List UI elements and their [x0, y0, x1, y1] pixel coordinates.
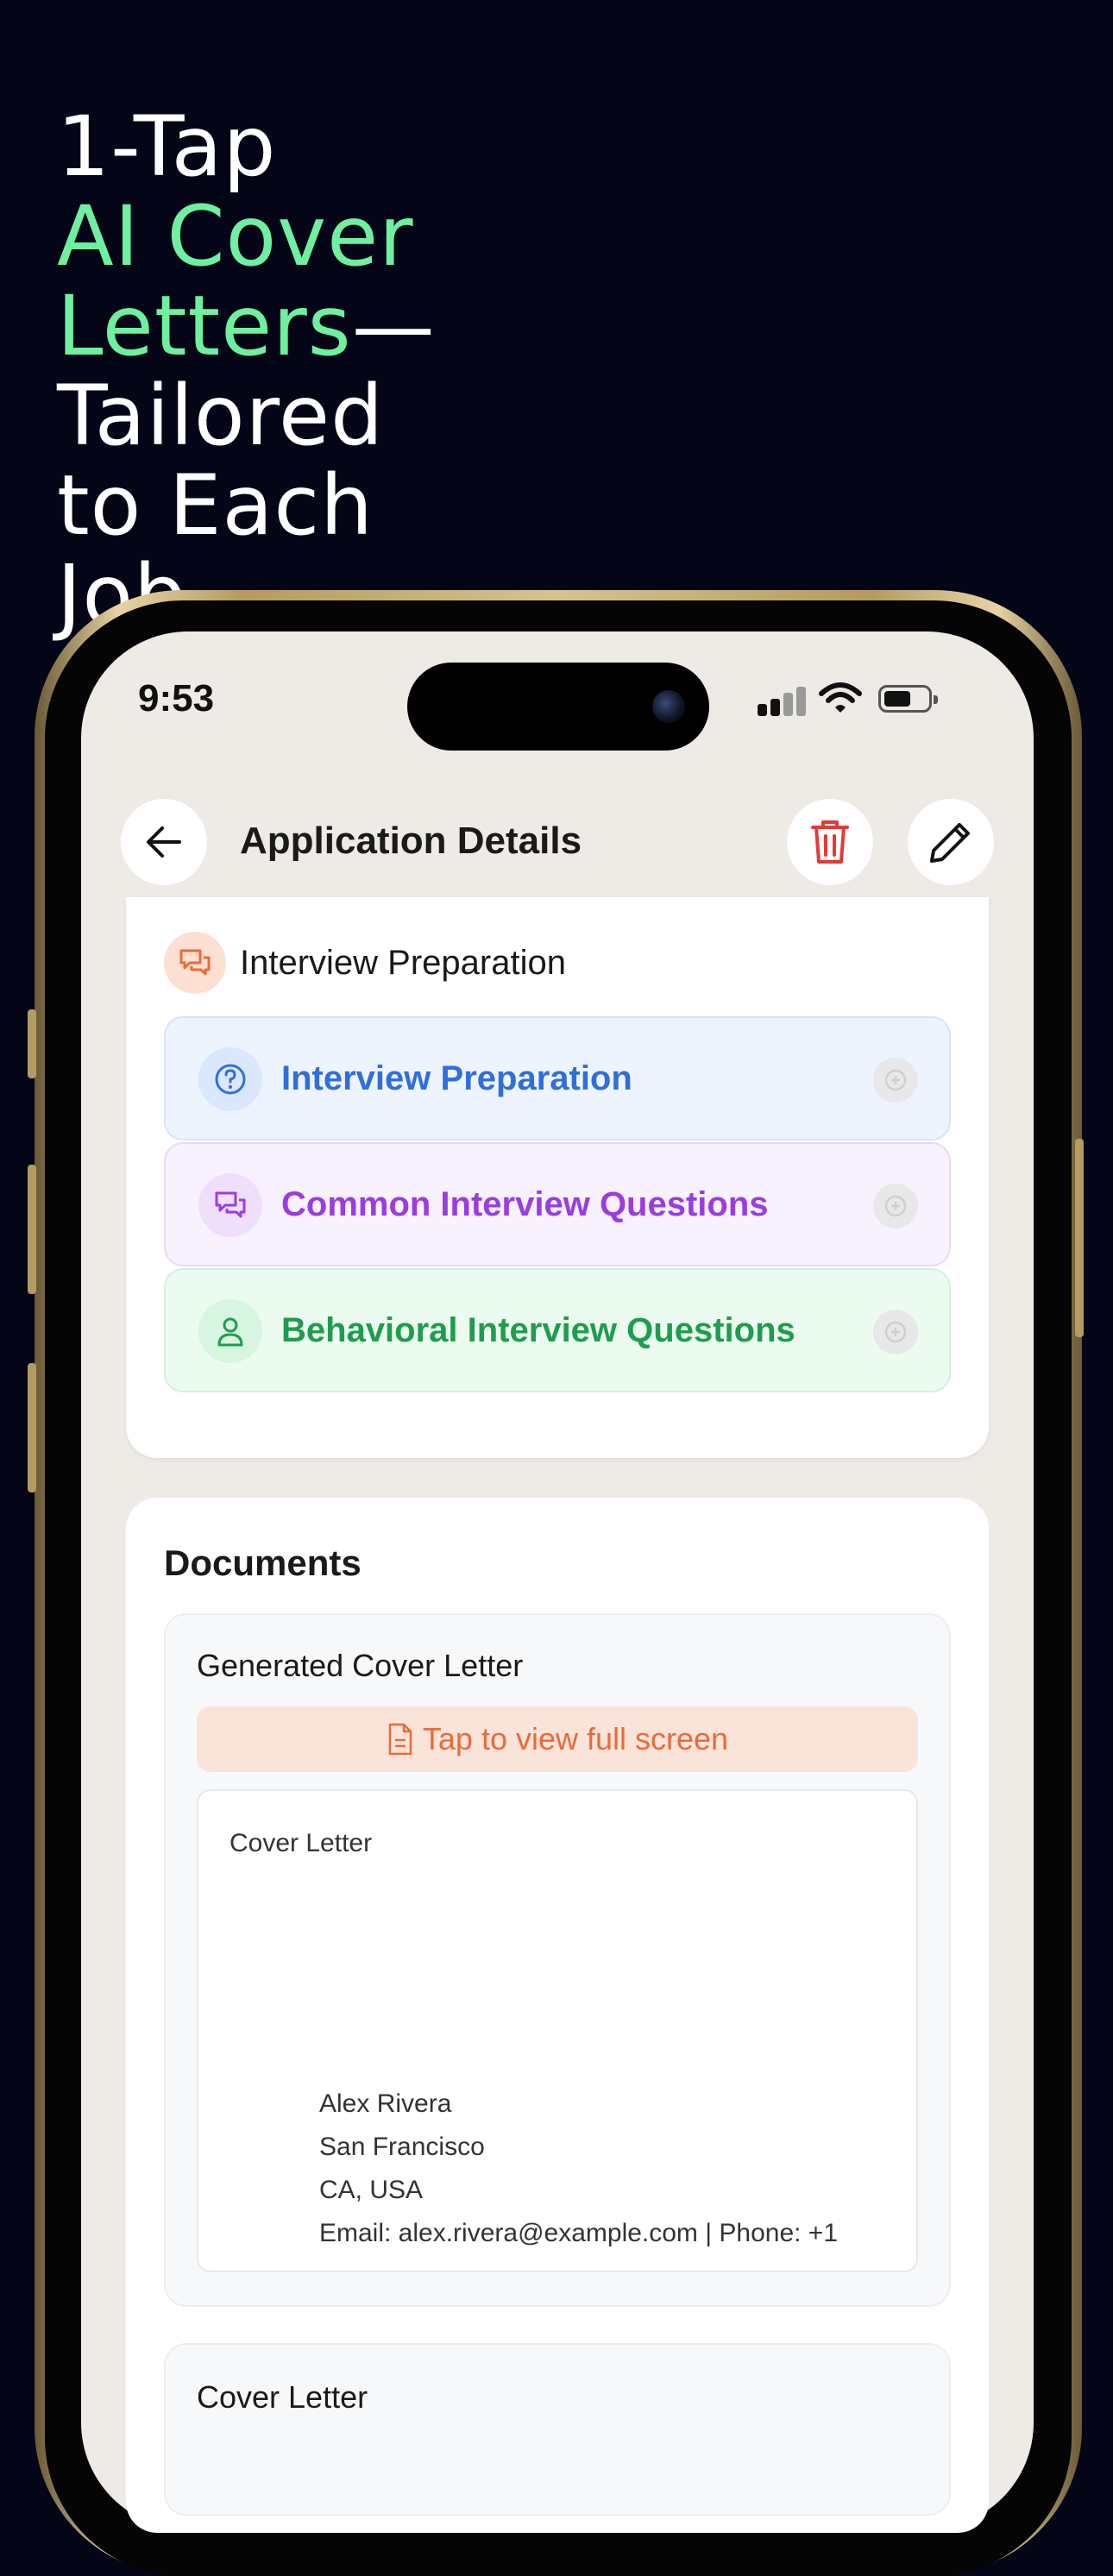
delete-button[interactable] — [787, 799, 873, 885]
signal-bar-1 — [758, 704, 767, 716]
cover-letter-title: Cover Letter — [197, 2379, 368, 2415]
preview-line-name: Alex Rivera — [319, 2089, 452, 2118]
generated-cover-letter-title: Generated Cover Letter — [197, 1648, 524, 1683]
view-full-screen-button[interactable]: Tap to view full screen — [197, 1706, 918, 1772]
side-button-action — [28, 1009, 36, 1078]
person-icon — [198, 1299, 262, 1363]
pencil-icon — [930, 823, 970, 863]
signal-bar-2 — [770, 699, 780, 716]
preview-title: Cover Letter — [230, 1829, 373, 1857]
headline-line-1: 1-Tap — [57, 98, 277, 195]
add-icon[interactable] — [873, 1310, 918, 1354]
common-interview-questions-item[interactable]: Common Interview Questions — [164, 1142, 951, 1266]
arrow-left-icon — [147, 826, 181, 858]
page-title: Application Details — [240, 820, 582, 862]
cover-letter-preview[interactable]: Cover Letter Alex Rivera San Francisco C… — [197, 1789, 918, 2272]
side-button-volume-up — [28, 1165, 36, 1294]
side-button-power — [1075, 1139, 1084, 1337]
trash-icon — [811, 820, 849, 864]
add-icon[interactable] — [873, 1058, 918, 1103]
side-button-volume-down — [28, 1363, 36, 1492]
headline-highlight: AI Cover Letters—Tailored to Each Job — [57, 192, 462, 640]
common-interview-questions-label: Common Interview Questions — [281, 1185, 769, 1223]
document-icon — [388, 1723, 412, 1756]
preview-line-city: San Francisco — [319, 2133, 485, 2161]
chat-bubbles-icon — [164, 932, 226, 994]
status-time: 9:53 — [138, 677, 215, 719]
preview-line-region: CA, USA — [319, 2176, 424, 2204]
dynamic-island — [407, 663, 709, 751]
add-icon[interactable] — [873, 1184, 918, 1228]
behavioral-interview-questions-item[interactable]: Behavioral Interview Questions — [164, 1268, 951, 1392]
cover-letter-box — [164, 2343, 951, 2516]
signal-bar-3 — [783, 693, 793, 716]
edit-button[interactable] — [908, 799, 994, 885]
preview-line-contact: Email: alex.rivera@example.com | Phone: … — [319, 2219, 839, 2247]
back-button[interactable] — [121, 799, 207, 885]
interview-section-header: Interview Preparation — [240, 944, 566, 982]
help-circle-icon — [198, 1047, 262, 1111]
marketing-headline: 1-Tap AI Cover Letters—Tailored to Each … — [57, 102, 1075, 640]
battery-icon — [878, 685, 938, 713]
chat-bubbles-icon — [198, 1173, 262, 1237]
documents-header: Documents — [164, 1542, 362, 1583]
wifi-icon — [819, 682, 862, 713]
signal-bar-4 — [796, 687, 806, 716]
interview-preparation-label: Interview Preparation — [281, 1059, 632, 1097]
behavioral-interview-questions-label: Behavioral Interview Questions — [281, 1311, 795, 1349]
interview-preparation-item[interactable]: Interview Preparation — [164, 1016, 951, 1140]
camera-icon — [652, 690, 685, 723]
view-full-screen-label: Tap to view full screen — [422, 1721, 729, 1756]
